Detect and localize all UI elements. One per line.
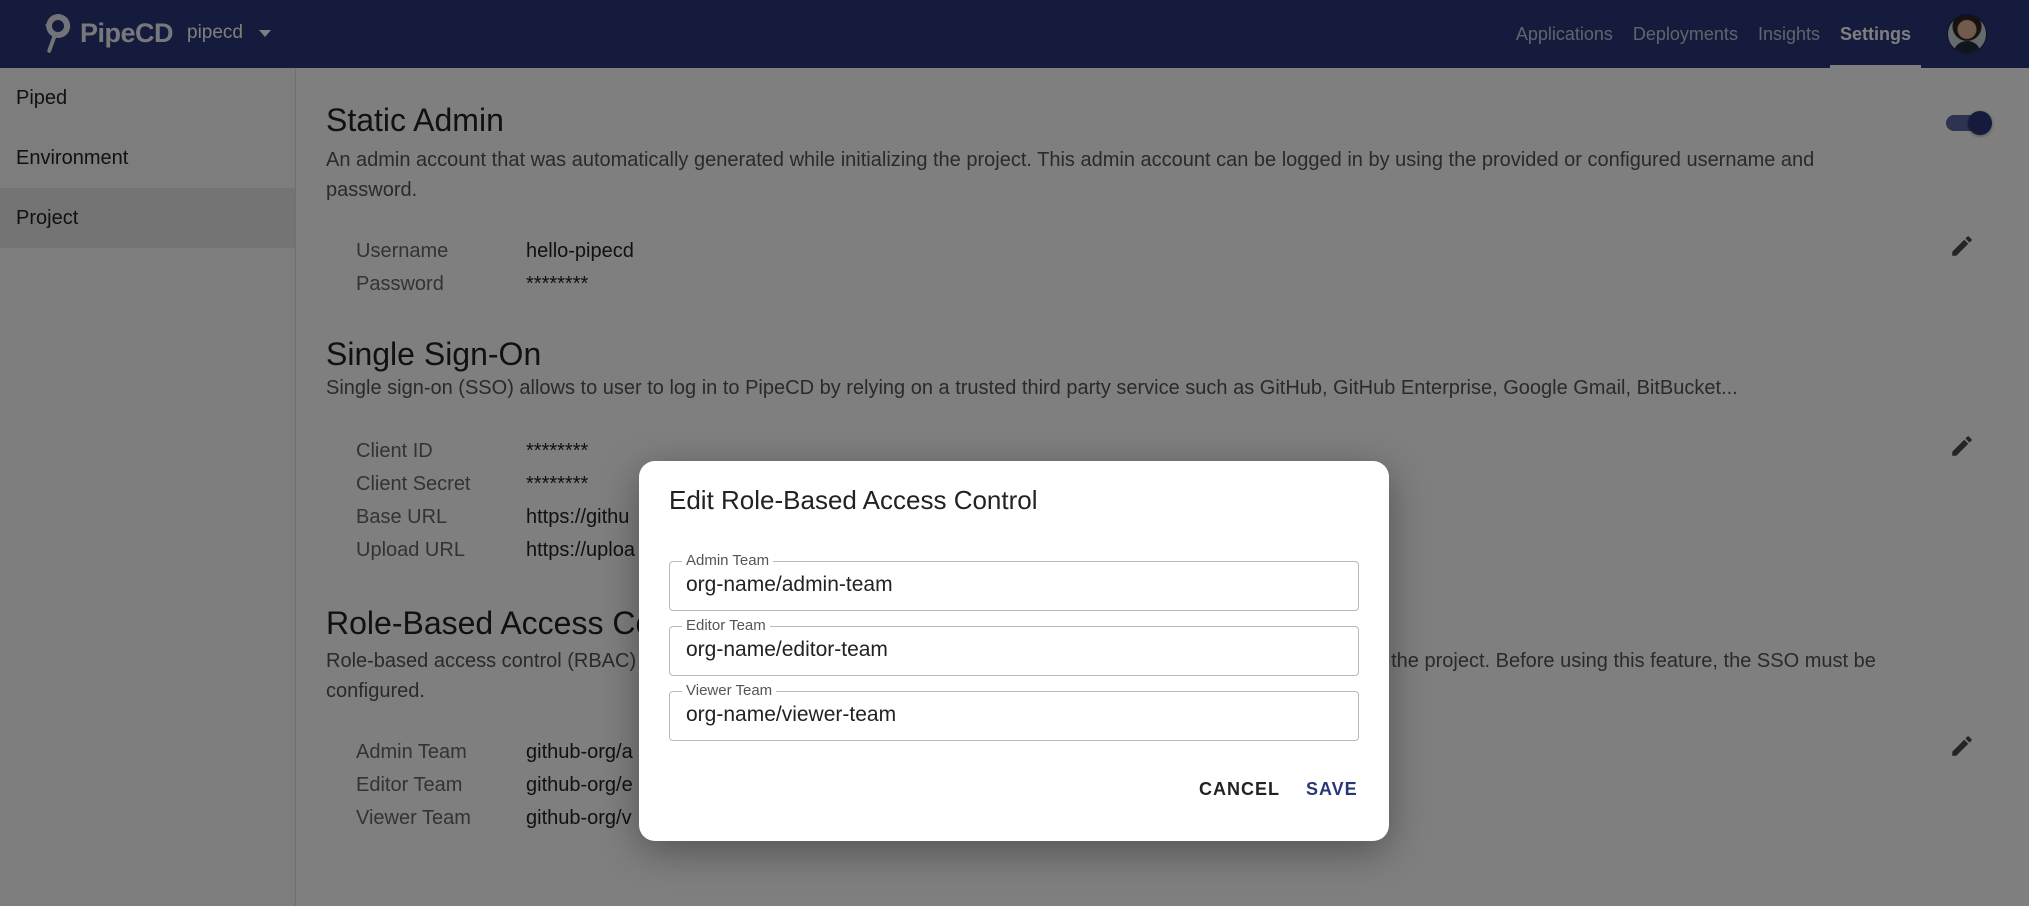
viewer-team-label: Viewer Team <box>682 682 777 700</box>
save-button[interactable]: SAVE <box>1306 779 1358 800</box>
dialog-title: Edit Role-Based Access Control <box>669 485 1038 515</box>
editor-team-field: Editor Team <box>669 617 1359 676</box>
viewer-team-input[interactable] <box>686 703 1336 727</box>
admin-team-field: Admin Team <box>669 552 1359 611</box>
edit-rbac-dialog: Edit Role-Based Access Control Admin Tea… <box>639 461 1389 841</box>
cancel-button[interactable]: CANCEL <box>1199 779 1280 800</box>
admin-team-input[interactable] <box>686 573 1336 597</box>
admin-team-label: Admin Team <box>682 552 774 570</box>
viewer-team-field: Viewer Team <box>669 682 1359 741</box>
editor-team-label: Editor Team <box>682 617 770 635</box>
editor-team-input[interactable] <box>686 638 1336 662</box>
